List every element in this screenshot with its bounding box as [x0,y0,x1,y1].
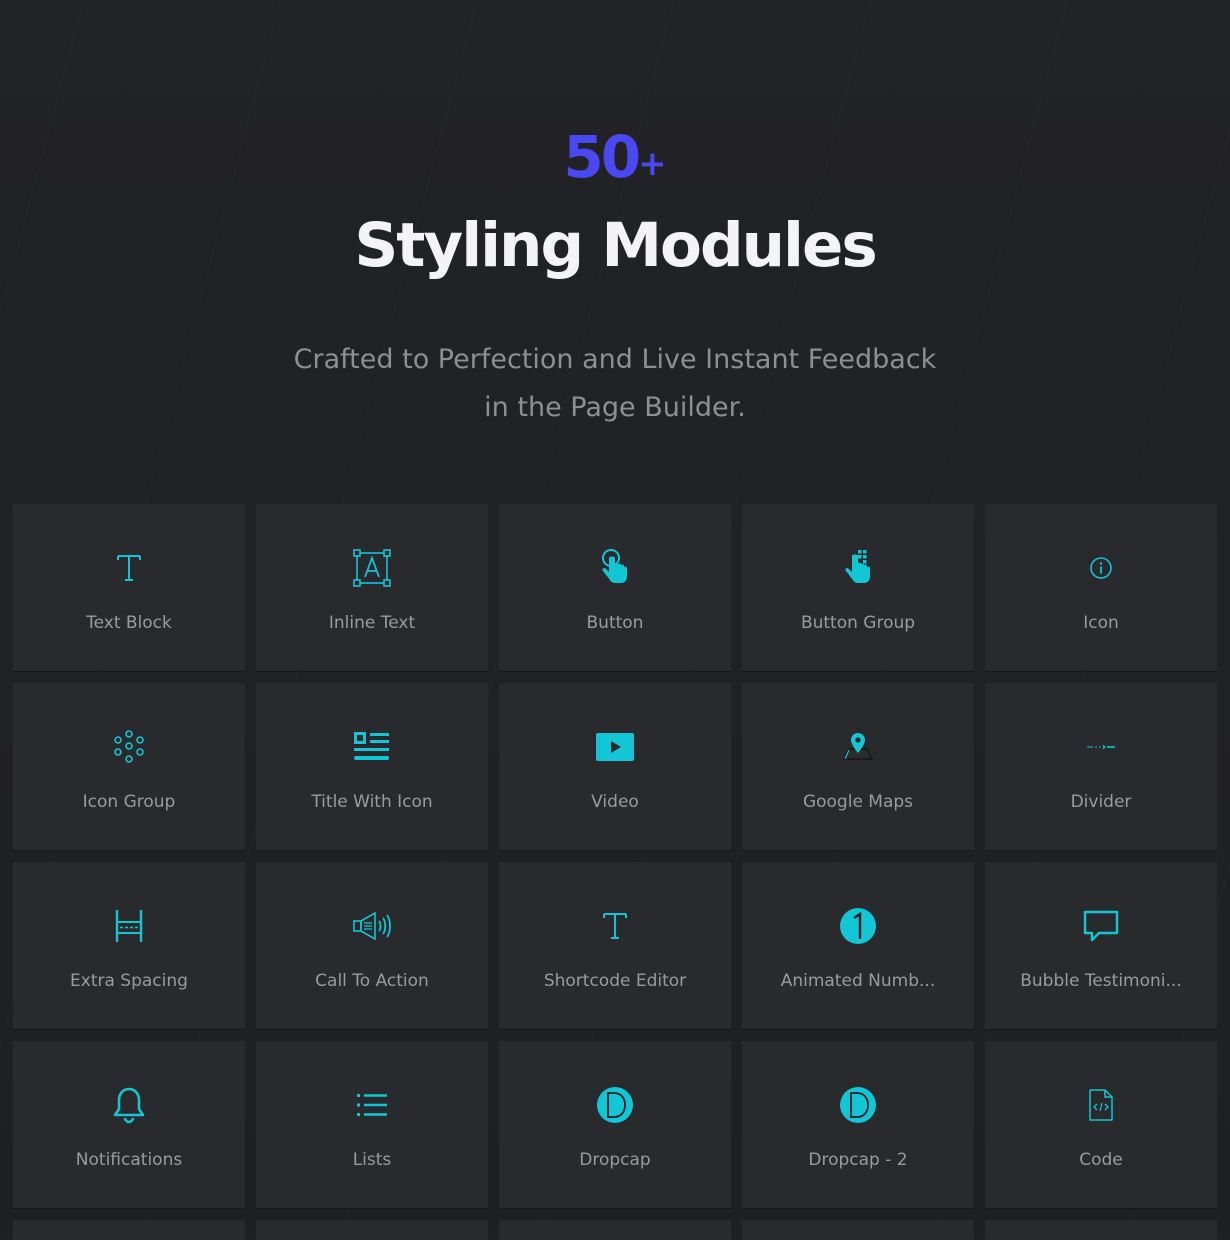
module-tile-notifications[interactable]: Notifications [13,1041,245,1208]
modules-grid: Text Block Inline Text Button Button Group I… [13,504,1217,1240]
pointer-hand-icon [595,548,635,588]
inline-text-icon [352,548,392,588]
map-pin-icon [838,727,878,767]
module-label: Animated Numb... [780,971,936,991]
module-tile-partial[interactable] [13,1220,245,1240]
module-tile-dropcap[interactable]: Dropcap [499,1041,731,1208]
bell-icon [109,1085,149,1125]
module-tile-inline-text[interactable]: Inline Text [256,504,488,671]
module-tile-icon-group[interactable]: Icon Group [13,683,245,850]
module-label: Divider [1070,792,1132,812]
module-label: Bubble Testimoni... [1020,971,1182,991]
module-label: Video [591,792,639,812]
module-tile-google-maps[interactable]: Google Maps [742,683,974,850]
number-one-icon [838,906,878,946]
module-label: Dropcap [579,1150,651,1170]
module-tile-lists[interactable]: Lists [256,1041,488,1208]
speech-bubble-icon [1081,906,1121,946]
module-label: Shortcode Editor [543,971,687,991]
module-tile-partial[interactable] [742,1220,974,1240]
module-tile-partial[interactable] [499,1220,731,1240]
module-label: Call To Action [315,971,429,991]
module-tile-extra-spacing[interactable]: Extra Spacing [13,862,245,1029]
module-label: Icon [1083,613,1119,633]
code-file-icon [1081,1085,1121,1125]
module-label: Title With Icon [311,792,433,812]
spacing-icon [109,906,149,946]
module-tile-animated-numb[interactable]: Animated Numb... [742,862,974,1029]
module-tile-button[interactable]: Button [499,504,731,671]
module-label: Button [586,613,644,633]
module-tile-dropcap-2[interactable]: Dropcap - 2 [742,1041,974,1208]
subtitle-line-2: in the Page Builder. [484,392,746,423]
module-tile-call-to-action[interactable]: Call To Action [256,862,488,1029]
list-icon [352,1085,392,1125]
circle-cluster-icon [109,727,149,767]
subtitle-line-1: Crafted to Perfection and Live Instant F… [293,344,937,375]
divider-icon [1081,727,1121,767]
module-label: Notifications [75,1150,183,1170]
module-tile-title-with-icon[interactable]: Title With Icon [256,683,488,850]
page-title: Styling Modules [354,210,877,281]
module-label: Lists [352,1150,392,1170]
module-tile-button-group[interactable]: Button Group [742,504,974,671]
module-label: Button Group [800,613,916,633]
module-label: Google Maps [802,792,914,812]
page-subtitle: Crafted to Perfection and Live Instant F… [0,336,1230,432]
module-tile-video[interactable]: Video [499,683,731,850]
modules-count: 50+ [0,122,1230,199]
module-label: Code [1079,1150,1123,1170]
dropcap-d-icon [838,1085,878,1125]
module-label: Extra Spacing [70,971,188,991]
module-tile-partial[interactable] [985,1220,1217,1240]
module-label: Icon Group [82,792,176,812]
module-tile-bubble-testimoni[interactable]: Bubble Testimoni... [985,862,1217,1029]
video-play-icon [595,727,635,767]
info-circle-icon [1081,548,1121,588]
megaphone-icon [352,906,392,946]
modules-count-plus: + [638,144,667,184]
dropcap-d-icon [595,1085,635,1125]
module-tile-partial[interactable] [256,1220,488,1240]
module-tile-divider[interactable]: Divider [985,683,1217,850]
module-label: Text Block [86,613,172,633]
hand-grid-icon [838,548,878,588]
module-tile-shortcode-editor[interactable]: Shortcode Editor [499,862,731,1029]
module-label: Inline Text [328,613,416,633]
title-icon-icon [352,727,392,767]
modules-count-number: 50 [563,123,641,191]
module-tile-code[interactable]: Code [985,1041,1217,1208]
text-t-icon [595,906,635,946]
module-tile-text-block[interactable]: Text Block [13,504,245,671]
text-t-icon [109,548,149,588]
module-tile-icon[interactable]: Icon [985,504,1217,671]
hero-section: 50+ Styling Modules Crafted to Perfectio… [0,0,1230,500]
module-label: Dropcap - 2 [808,1150,908,1170]
